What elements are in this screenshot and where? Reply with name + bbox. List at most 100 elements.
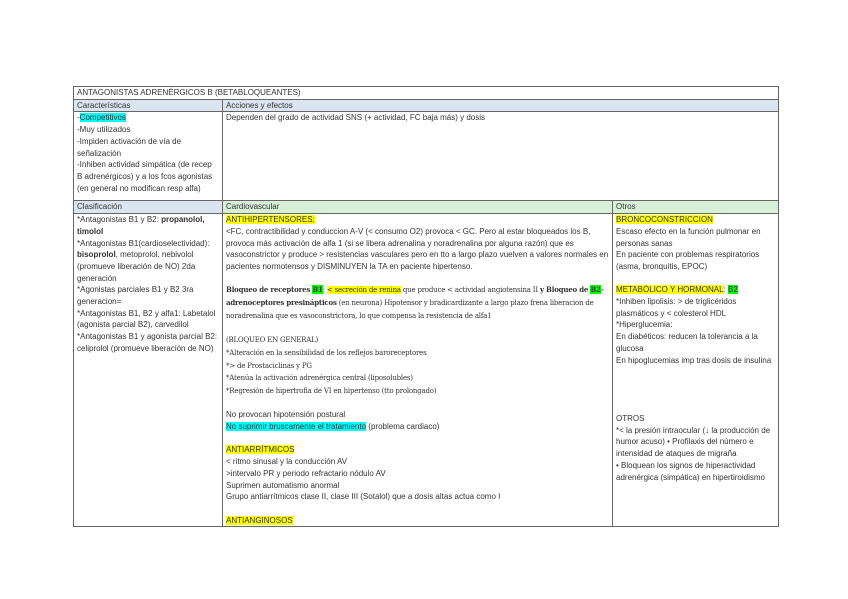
highlighted-text: No suprimir bruscamente el tratamiento bbox=[226, 422, 367, 432]
text-segment: *Antagonistas B1 y agonista parcial B2: … bbox=[77, 332, 218, 353]
text-segment: *Antagonistas B1 y B2: bbox=[77, 215, 162, 225]
highlighted-text: ANTIARRÍTMICOS bbox=[226, 445, 295, 455]
text-line: No provocan hipotensión postural bbox=[226, 409, 609, 421]
text-line: -Muy utilizados bbox=[77, 124, 219, 136]
text-segment: que produce < actividad angiotensina II bbox=[400, 286, 540, 295]
text-segment: *Antagonistas B1, B2 y alfa1: Labetalol … bbox=[77, 308, 216, 330]
text-segment: < ritmo sinusal y la conducción AV bbox=[226, 457, 348, 467]
highlighted-text: < secreción de renina bbox=[326, 286, 401, 295]
text-line bbox=[616, 366, 775, 378]
text-line bbox=[226, 503, 609, 515]
text-line bbox=[226, 398, 609, 410]
text-line: En hipoglucemias imp tras dosis de insul… bbox=[616, 355, 775, 367]
text-line: ANTIANGINOSOS bbox=[226, 515, 609, 527]
text-segment: *Atenúa la activación adrenérgica centra… bbox=[226, 374, 413, 383]
cell-cardiovascular: ANTIHIPERTENSORES: <FC, contractibilidad … bbox=[222, 213, 613, 528]
text-segment: bisoprolol bbox=[77, 250, 116, 260]
text-segment: En paciente con problemas respiratorios … bbox=[616, 250, 760, 271]
text-segment: En hipoglucemias imp tras dosis de insul… bbox=[616, 355, 772, 365]
text-line: *> de Prostaciclinas y PG bbox=[226, 360, 609, 373]
text-segment: <FC, contractibilidad y conduccion A-V (… bbox=[226, 226, 609, 271]
highlighted-text: B2 bbox=[590, 285, 601, 295]
text-line: *Antagonistas B1, B2 y alfa1: Labetalol … bbox=[77, 308, 219, 331]
text-line: >intervalo PR y periodo refractario nódu… bbox=[226, 468, 609, 480]
highlighted-text: Competitivos bbox=[79, 113, 126, 123]
text-line: Dependen del grado de actividad SNS (+ a… bbox=[226, 112, 775, 124]
text-line: *Antagonistas B1(cardioselectividad): bi… bbox=[77, 238, 219, 285]
text-segment: *Regresión de hipertrofia de VI en hiper… bbox=[226, 386, 437, 395]
text-line: (BLOQUEO EN GENERAL) bbox=[226, 334, 609, 347]
highlighted-text: BRONCOCONSTRICCION bbox=[616, 215, 713, 225]
text-segment: OTROS bbox=[616, 413, 645, 423]
cell-clasificacion: *Antagonistas B1 y B2: propanolol, timol… bbox=[73, 213, 223, 528]
text-line bbox=[616, 273, 775, 285]
text-line: -Inhiben actividad simpática (de recep B… bbox=[77, 159, 219, 194]
text-line: -Impiden activación de vía de señalizaci… bbox=[77, 136, 219, 159]
text-line: *Agonistas parciales B1 y B2 3ra generac… bbox=[77, 284, 219, 307]
text-segment: Escaso efecto en la función pulmonar en … bbox=[616, 226, 761, 248]
highlighted-text: METABÓLICO Y HORMONAL bbox=[616, 285, 724, 295]
text-segment: *< la presión intraocular (↓ la producci… bbox=[616, 425, 771, 459]
text-line: ANTIHIPERTENSORES: bbox=[226, 214, 609, 226]
text-segment: -Impiden activación de vía de señalizaci… bbox=[77, 136, 182, 158]
text-segment: -Muy utilizados bbox=[77, 125, 131, 135]
text-line bbox=[616, 401, 775, 413]
text-line: <FC, contractibilidad y conduccion A-V (… bbox=[226, 226, 609, 273]
text-segment: y Bloqueo de bbox=[539, 285, 591, 295]
text-line: *Antagonistas B1 y agonista parcial B2: … bbox=[77, 331, 219, 354]
text-line: *Regresión de hipertrofia de VI en hiper… bbox=[226, 385, 609, 398]
text-line: *Hiperglucemia: bbox=[616, 319, 775, 331]
highlighted-text: ANTIHIPERTENSORES: bbox=[226, 215, 315, 225]
header-acciones: Acciones y efectos bbox=[221, 98, 780, 113]
header-clasificacion: Clasificación bbox=[73, 200, 223, 215]
text-line: Bloqueo de receptores B1: < secreción de… bbox=[226, 284, 609, 322]
text-line: -Competitivos bbox=[77, 112, 219, 124]
header-otros: Otros bbox=[611, 200, 780, 215]
cell-otros: BRONCOCONSTRICCION Escaso efecto en la fu… bbox=[611, 213, 780, 528]
text-segment: (problema cardiaco) bbox=[366, 422, 440, 432]
text-line bbox=[616, 378, 775, 390]
text-segment: Suprimen automatismo anormal bbox=[226, 480, 340, 490]
text-segment: Grupo antiarrítmicos clase II, clase III… bbox=[226, 492, 501, 502]
text-line: Grupo antiarrítmicos clase II, clase III… bbox=[226, 491, 609, 503]
text-line: *Atenúa la activación adrenérgica centra… bbox=[226, 372, 609, 385]
text-segment: *Inhiben lipolisis: > de triglicéridos p… bbox=[616, 297, 737, 318]
cell-caracteristicas: -Competitivos -Muy utilizados -Impiden act… bbox=[73, 111, 223, 202]
text-line: *Alteración en la sensibilidad de los re… bbox=[226, 347, 609, 360]
text-segment: En diabéticos: reducen la tolerancia a l… bbox=[616, 332, 758, 353]
text-line: No suprimir bruscamente el tratamiento (… bbox=[226, 421, 609, 433]
text-line bbox=[616, 390, 775, 402]
text-line: En diabéticos: reducen la tolerancia a l… bbox=[616, 331, 775, 354]
text-line bbox=[226, 433, 609, 445]
text-segment: Dependen del grado de actividad SNS (+ a… bbox=[226, 113, 486, 123]
text-line: • Bloquean los signos de hiperactividad … bbox=[616, 460, 775, 483]
text-line: *< la presión intraocular (↓ la producci… bbox=[616, 425, 775, 460]
text-line: ANTIARRÍTMICOS bbox=[226, 444, 609, 456]
highlighted-text: ANTIANGINOSOS bbox=[226, 515, 293, 525]
cell-acciones: Dependen del grado de actividad SNS (+ a… bbox=[221, 111, 780, 202]
betablockers-table: ANTAGONISTAS ADRENÉRGICOS B (BETABLOQUEA… bbox=[72, 86, 780, 528]
text-segment: (BLOQUEO EN GENERAL) bbox=[226, 336, 319, 345]
text-line bbox=[226, 322, 609, 334]
text-line bbox=[226, 273, 609, 285]
text-line: *Inhiben lipolisis: > de triglicéridos p… bbox=[616, 296, 775, 319]
text-segment: *Hiperglucemia: bbox=[616, 320, 673, 330]
text-segment: *Agonistas parciales B1 y B2 3ra generac… bbox=[77, 285, 194, 307]
text-line: < ritmo sinusal y la conducción AV bbox=[226, 456, 609, 468]
text-line: METABÓLICO Y HORMONAL: B2 bbox=[616, 284, 775, 296]
text-segment: • Bloquean los signos de hiperactividad … bbox=[616, 460, 765, 482]
highlighted-text: B2 bbox=[728, 285, 738, 295]
text-line: Escaso efecto en la función pulmonar en … bbox=[616, 226, 775, 249]
text-line: Suprimen automatismo anormal bbox=[226, 480, 609, 492]
highlighted-text: B1 bbox=[312, 285, 323, 295]
header-cardiovascular: Cardiovascular bbox=[222, 200, 613, 215]
text-segment: >intervalo PR y periodo refractario nódu… bbox=[226, 468, 386, 478]
text-segment: *Alteración en la sensibilidad de los re… bbox=[226, 348, 427, 357]
text-segment: -Inhiben actividad simpática (de recep B… bbox=[77, 160, 213, 193]
text-segment: *> de Prostaciclinas y PG bbox=[226, 361, 312, 370]
text-segment: No provocan hipotensión postural bbox=[226, 410, 346, 420]
text-line: *Antagonistas B1 y B2: propanolol, timol… bbox=[77, 214, 219, 237]
text-segment: *Antagonistas B1(cardioselectividad): bbox=[77, 238, 210, 248]
text-segment: Bloqueo de receptores bbox=[226, 285, 313, 295]
text-line: BRONCOCONSTRICCION bbox=[616, 214, 775, 226]
